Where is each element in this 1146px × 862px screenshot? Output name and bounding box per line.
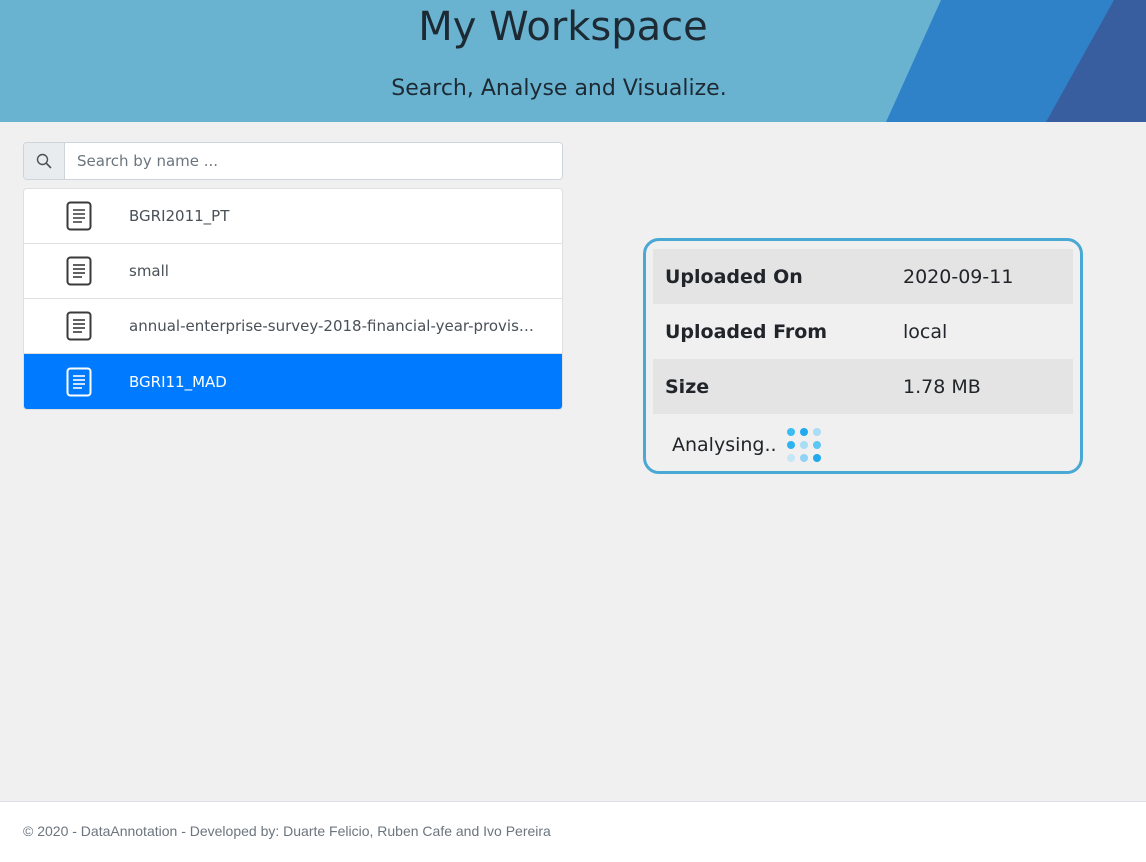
footer-credits: © 2020 - DataAnnotation - Developed by: … xyxy=(23,823,551,839)
page-footer: © 2020 - DataAnnotation - Developed by: … xyxy=(0,801,1146,862)
file-name: small xyxy=(129,262,169,280)
document-icon xyxy=(24,311,129,341)
uploaded-on-row: Uploaded On 2020-09-11 xyxy=(653,249,1073,304)
analysis-status-text: Analysing.. xyxy=(672,434,777,456)
size-row: Size 1.78 MB xyxy=(653,359,1073,414)
uploaded-from-value: local xyxy=(903,320,948,343)
size-label: Size xyxy=(665,375,710,398)
file-list: BGRI2011_PT small annual-enterprise-surv… xyxy=(23,188,563,410)
loading-spinner-icon xyxy=(786,428,821,462)
file-list-item[interactable]: annual-enterprise-survey-2018-financial-… xyxy=(24,299,562,354)
file-details-card: Uploaded On 2020-09-11 Uploaded From loc… xyxy=(643,238,1083,474)
analysis-status: Analysing.. xyxy=(653,414,1073,476)
file-name: annual-enterprise-survey-2018-financial-… xyxy=(129,317,534,335)
document-icon xyxy=(24,256,129,286)
file-name: BGRI11_MAD xyxy=(129,372,227,391)
uploaded-on-value: 2020-09-11 xyxy=(903,265,1014,288)
file-list-item-selected[interactable]: BGRI11_MAD xyxy=(24,354,562,409)
search-icon xyxy=(24,143,65,179)
uploaded-from-label: Uploaded From xyxy=(665,320,828,343)
uploaded-on-label: Uploaded On xyxy=(665,265,803,288)
file-list-item[interactable]: small xyxy=(24,244,562,299)
document-icon xyxy=(24,367,129,397)
page-subtitle: Search, Analyse and Visualize. xyxy=(391,76,727,101)
search-input[interactable] xyxy=(65,143,562,179)
page-title: My Workspace xyxy=(418,4,708,50)
search-bar xyxy=(23,142,563,180)
file-list-item[interactable]: BGRI2011_PT xyxy=(24,189,562,244)
document-icon xyxy=(24,201,129,231)
size-value: 1.78 MB xyxy=(903,375,981,398)
uploaded-from-row: Uploaded From local xyxy=(653,304,1073,359)
file-name: BGRI2011_PT xyxy=(129,207,230,225)
page-header: My Workspace Search, Analyse and Visuali… xyxy=(0,0,1146,122)
